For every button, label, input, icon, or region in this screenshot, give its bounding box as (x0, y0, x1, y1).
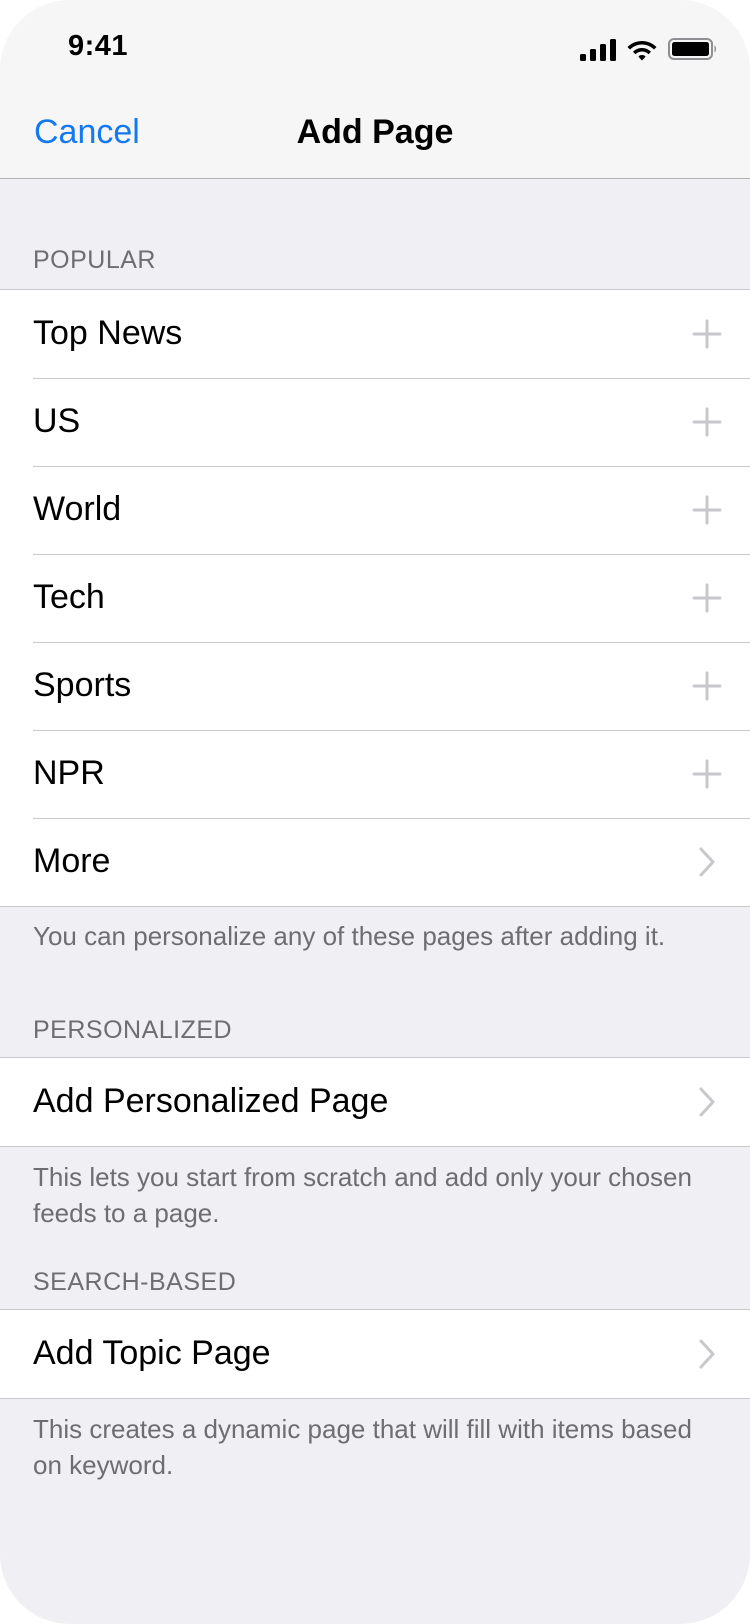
status-icons (580, 33, 720, 63)
chevron-right-icon (699, 847, 715, 877)
list-item-us[interactable]: US (0, 378, 750, 466)
list-item-more[interactable]: More (0, 818, 750, 906)
search-based-list: Add Topic Page (0, 1309, 750, 1399)
plus-icon[interactable] (692, 319, 722, 349)
cancel-button[interactable]: Cancel (34, 113, 140, 152)
list-item-add-topic-page[interactable]: Add Topic Page (0, 1310, 750, 1398)
personalized-list: Add Personalized Page (0, 1057, 750, 1147)
chevron-right-icon (699, 1339, 715, 1369)
popular-footer-note: You can personalize any of these pages a… (33, 921, 666, 951)
battery-icon (668, 38, 716, 60)
list-item-label: Add Personalized Page (33, 1082, 389, 1120)
list-item-label: World (33, 490, 122, 528)
screen: 9:41 Cancel Add Page POPULAR Top News US… (0, 0, 750, 1624)
navigation-header: 9:41 Cancel Add Page (0, 0, 750, 179)
list-item-label: Top News (33, 314, 183, 352)
list-item-label: US (33, 402, 81, 440)
cellular-signal-icon (580, 39, 616, 61)
list-item-label: Sports (33, 666, 132, 704)
list-item-tech[interactable]: Tech (0, 554, 750, 642)
list-item-label: NPR (33, 754, 105, 792)
chevron-right-icon (699, 1087, 715, 1117)
search-based-footer-note: This creates a dynamic page that will fi… (33, 1414, 692, 1480)
status-time: 9:41 (68, 30, 129, 62)
plus-icon[interactable] (692, 671, 722, 701)
wifi-icon (627, 41, 657, 61)
section-header-popular: POPULAR (33, 246, 156, 274)
plus-icon[interactable] (692, 759, 722, 789)
list-item-top-news[interactable]: Top News (0, 290, 750, 378)
list-item-world[interactable]: World (0, 466, 750, 554)
list-item-sports[interactable]: Sports (0, 642, 750, 730)
section-header-search-based: SEARCH-BASED (33, 1268, 237, 1296)
plus-icon[interactable] (692, 407, 722, 437)
plus-icon[interactable] (692, 495, 722, 525)
list-item-add-personalized-page[interactable]: Add Personalized Page (0, 1058, 750, 1146)
popular-list: Top News US World Tech Sports NPR More (0, 289, 750, 907)
list-item-label: More (33, 842, 111, 880)
list-item-label: Add Topic Page (33, 1334, 271, 1372)
plus-icon[interactable] (692, 583, 722, 613)
list-item-npr[interactable]: NPR (0, 730, 750, 818)
section-header-personalized: PERSONALIZED (33, 1016, 233, 1044)
personalized-footer-note: This lets you start from scratch and add… (33, 1162, 692, 1228)
list-item-label: Tech (33, 578, 105, 616)
